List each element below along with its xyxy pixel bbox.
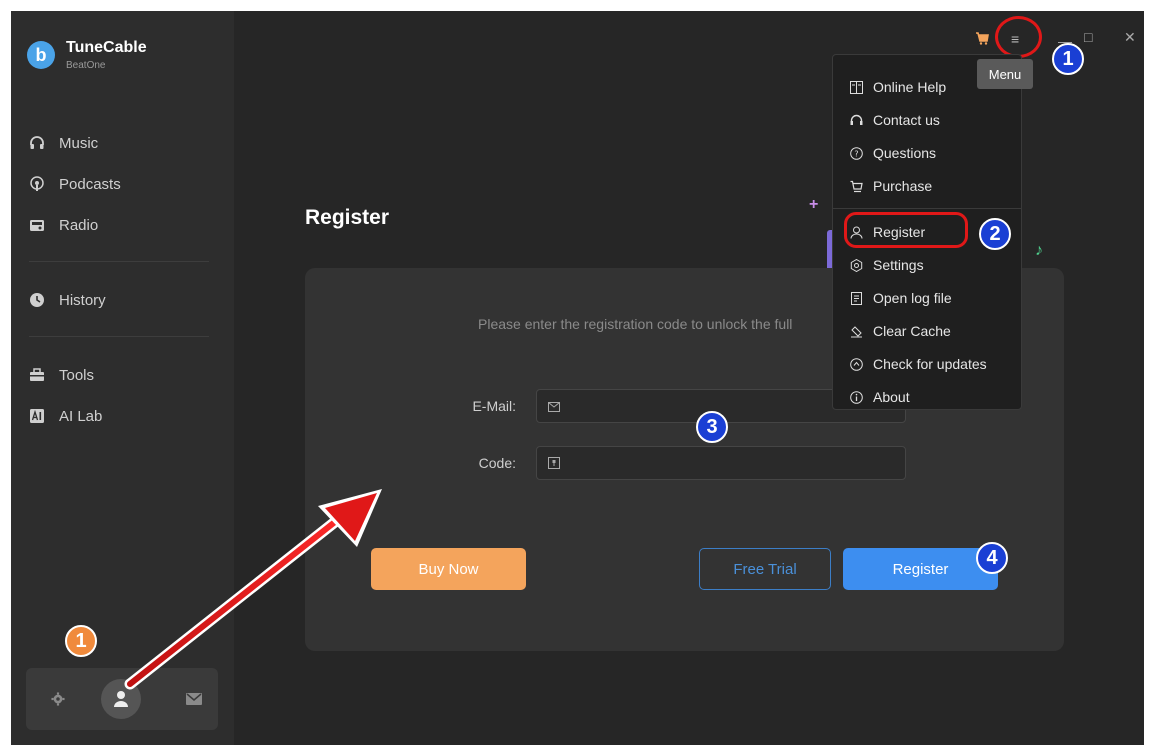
sidebar-item-podcasts[interactable]: Podcasts <box>29 172 121 196</box>
sidebar-item-label: AI Lab <box>59 407 103 425</box>
menu-item-questions[interactable]: ? Questions <box>849 141 936 165</box>
menu-item-label: Contact us <box>873 112 940 128</box>
gear-icon[interactable] <box>48 668 68 730</box>
podcast-icon <box>29 176 45 192</box>
sidebar: b TuneCable BeatOne Music Podcasts Radio <box>11 11 234 745</box>
sidebar-item-label: History <box>59 291 106 309</box>
menu-item-purchase[interactable]: Purchase <box>849 174 932 198</box>
page-title: Register <box>305 206 390 229</box>
menu-highlight-ring <box>995 16 1042 58</box>
menu-item-clear-cache[interactable]: Clear Cache <box>849 319 951 343</box>
key-icon <box>548 456 560 474</box>
sidebar-item-label: Podcasts <box>59 175 121 193</box>
menu-item-open-log-file[interactable]: Open log file <box>849 286 952 310</box>
menu-item-label: About <box>873 389 910 405</box>
toolbox-icon <box>29 367 45 383</box>
sparkle-decoration: + <box>809 196 819 213</box>
code-input[interactable] <box>569 447 901 481</box>
menu-item-settings[interactable]: Settings <box>849 253 924 277</box>
code-field[interactable] <box>536 446 906 481</box>
sidebar-item-label: Music <box>59 134 99 152</box>
sidebar-item-music[interactable]: Music <box>29 131 98 155</box>
sidebar-item-ai-lab[interactable]: AI Lab <box>29 404 102 428</box>
menu-item-label: Questions <box>873 145 937 161</box>
file-icon <box>849 291 863 305</box>
sidebar-bottom-bar <box>26 668 218 730</box>
register-highlight-ring <box>844 212 968 248</box>
menu-divider <box>833 208 1021 209</box>
app-subtitle: BeatOne <box>66 60 106 71</box>
app-name: TuneCable <box>66 39 147 56</box>
cart-icon[interactable] <box>975 31 989 50</box>
step-badge-4: 4 <box>976 542 1008 574</box>
sidebar-item-tools[interactable]: Tools <box>29 363 94 387</box>
sidebar-divider <box>29 261 209 262</box>
menu-item-label: Online Help <box>873 79 947 95</box>
step-badge-1-sidebar: 1 <box>65 625 97 657</box>
cart-icon <box>849 179 863 193</box>
menu-item-about[interactable]: About <box>849 385 910 409</box>
menu-item-label: Purchase <box>873 178 933 194</box>
step-badge-2: 2 <box>979 218 1011 250</box>
menu-item-label: Check for updates <box>873 356 987 372</box>
menu-item-label: Open log file <box>873 290 952 306</box>
headphones-icon <box>29 135 45 151</box>
ai-lab-icon <box>29 408 45 424</box>
menu-item-label: Clear Cache <box>873 323 951 339</box>
menu-item-label: Settings <box>873 257 924 273</box>
sidebar-item-radio[interactable]: Radio <box>29 213 98 237</box>
sidebar-item-history[interactable]: History <box>29 288 106 312</box>
step-badge-3: 3 <box>696 411 728 443</box>
sidebar-divider <box>29 336 209 337</box>
code-label: Code: <box>478 455 516 471</box>
info-icon <box>849 390 863 404</box>
free-trial-button[interactable]: Free Trial <box>699 548 831 590</box>
menu-item-online-help[interactable]: Online Help <box>849 75 946 99</box>
registration-hint: Please enter the registration code to un… <box>478 316 793 332</box>
radio-icon <box>29 217 45 233</box>
sidebar-item-label: Radio <box>59 216 99 234</box>
music-note-icon: ♪ <box>1035 242 1043 259</box>
refresh-icon <box>849 357 863 371</box>
svg-text:?: ? <box>854 149 858 158</box>
register-button[interactable]: Register <box>843 548 998 590</box>
buy-now-button[interactable]: Buy Now <box>371 548 526 590</box>
eraser-icon <box>849 324 863 338</box>
help-book-icon <box>849 80 863 94</box>
email-label: E-Mail: <box>472 398 516 414</box>
gear-icon <box>849 258 863 272</box>
sidebar-item-label: Tools <box>59 366 95 384</box>
mail-icon <box>548 399 560 417</box>
user-icon[interactable] <box>101 679 141 719</box>
question-circle-icon: ? <box>849 146 863 160</box>
menu-item-contact-us[interactable]: Contact us <box>849 108 940 132</box>
maximize-button[interactable]: □ <box>1084 29 1092 45</box>
step-badge-1: 1 <box>1052 43 1084 75</box>
close-button[interactable]: ✕ <box>1124 29 1136 46</box>
menu-tooltip: Menu <box>977 59 1033 89</box>
headset-icon <box>849 113 863 127</box>
mail-icon[interactable] <box>184 668 204 730</box>
app-logo: b <box>27 41 55 69</box>
clock-icon <box>29 292 45 308</box>
menu-item-check-for-updates[interactable]: Check for updates <box>849 352 987 376</box>
